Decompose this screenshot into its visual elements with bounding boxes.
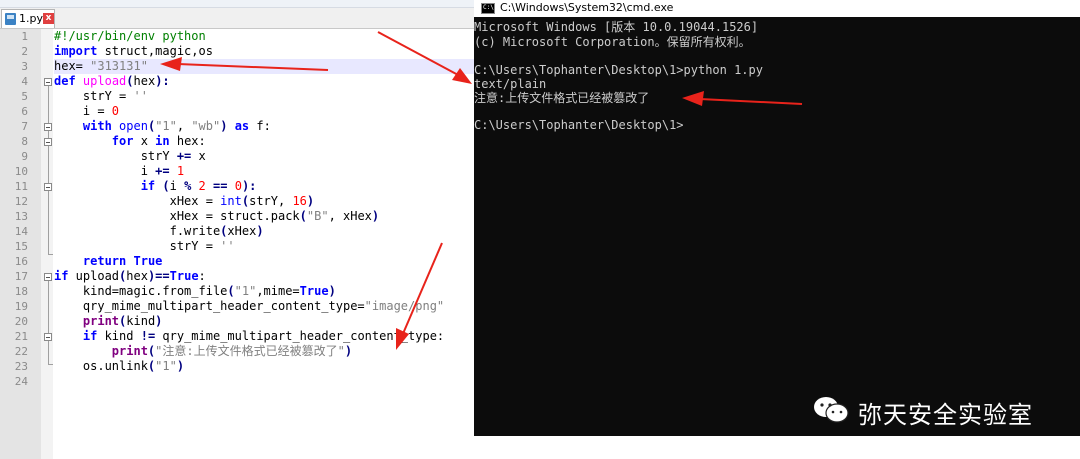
console-line: (c) Microsoft Corporation。保留所有权利。 xyxy=(474,35,751,49)
code-line: print("注意:上传文件格式已经被篡改了") xyxy=(111,344,353,358)
line-number: 19 xyxy=(14,300,28,313)
line-number: 1 xyxy=(21,30,28,43)
line-number: 14 xyxy=(14,225,28,238)
line-number: 7 xyxy=(21,120,28,133)
line-number: 4 xyxy=(21,75,28,88)
line-number: 17 xyxy=(14,270,28,283)
code-line: os.unlink("1") xyxy=(54,359,185,373)
line-number: 22 xyxy=(14,345,28,358)
line-number: 5 xyxy=(21,90,28,103)
line-number: 2 xyxy=(21,45,28,58)
console-line: 注意:上传文件格式已经被篡改了 xyxy=(474,91,650,105)
save-file-icon xyxy=(5,13,16,25)
fold-toggle-icon[interactable] xyxy=(44,183,52,191)
line-number: 24 xyxy=(14,375,28,388)
fold-toggle-icon[interactable] xyxy=(44,123,52,131)
code-line: import struct,magic,os xyxy=(54,44,213,58)
code-line: if (i % 2 == 0): xyxy=(140,179,257,193)
code-line: for x in hex: xyxy=(111,134,206,148)
console-title-bar[interactable]: C:\Windows\System32\cmd.exe xyxy=(474,0,1080,17)
console-line: C:\Users\Tophanter\Desktop\1>python 1.py xyxy=(474,63,763,77)
fold-end xyxy=(48,254,53,255)
console-line: C:\Users\Tophanter\Desktop\1> xyxy=(474,118,684,132)
code-line: xHex = int(strY, 16) xyxy=(54,194,315,208)
code-line: strY = '' xyxy=(54,239,235,253)
file-tab-label: 1.py xyxy=(19,12,43,25)
code-line: print(kind) xyxy=(82,314,163,328)
fold-end xyxy=(48,364,53,365)
line-number: 9 xyxy=(21,150,28,163)
line-number: 20 xyxy=(14,315,28,328)
code-line: return True xyxy=(82,254,163,268)
watermark-text: 弥天安全实验室 xyxy=(858,401,1033,429)
code-line: if upload(hex)==True: xyxy=(54,269,206,283)
line-number: 23 xyxy=(14,360,28,373)
fold-margin xyxy=(41,29,53,459)
line-number: 18 xyxy=(14,285,28,298)
console-line: text/plain xyxy=(474,77,547,91)
console-title: C:\Windows\System32\cmd.exe xyxy=(500,1,674,14)
code-line: hex= "313131" xyxy=(54,59,148,73)
line-number: 21 xyxy=(14,330,28,343)
terminal-icon xyxy=(481,3,495,14)
line-number: 8 xyxy=(21,135,28,148)
code-line: with open("1", "wb") as f: xyxy=(82,119,271,133)
line-number: 16 xyxy=(14,255,28,268)
fold-toggle-icon[interactable] xyxy=(44,333,52,341)
line-number: 11 xyxy=(14,180,28,193)
code-line: #!/usr/bin/env python xyxy=(54,29,206,43)
code-line: strY += x xyxy=(54,149,206,163)
editor-tab-bar: 1.py x xyxy=(0,8,474,29)
close-tab-icon[interactable]: x xyxy=(43,13,54,24)
fold-toggle-icon[interactable] xyxy=(44,78,52,86)
cmd-console-window[interactable]: C:\Windows\System32\cmd.exe Microsoft Wi… xyxy=(474,0,1080,436)
fold-toggle-icon[interactable] xyxy=(44,273,52,281)
fold-toggle-icon[interactable] xyxy=(44,138,52,146)
wechat-watermark: 弥天安全实验室 xyxy=(812,390,1062,434)
code-line: f.write(xHex) xyxy=(54,224,264,238)
code-editor-window: 1.py x #!/usr/bin/env python import stru… xyxy=(0,0,474,459)
code-line: xHex = struct.pack("B", xHex) xyxy=(54,209,380,223)
code-area[interactable]: #!/usr/bin/env python import struct,magi… xyxy=(54,29,474,459)
line-number: 12 xyxy=(14,195,28,208)
wechat-icon xyxy=(814,397,849,423)
fold-line xyxy=(48,281,49,364)
code-line: if kind != qry_mime_multipart_header_con… xyxy=(82,329,445,343)
line-number: 15 xyxy=(14,240,28,253)
code-line: strY = '' xyxy=(54,89,148,103)
fold-line xyxy=(48,86,49,254)
code-line: def upload(hex): xyxy=(54,74,170,88)
code-line: i += 1 xyxy=(54,164,185,178)
code-line: qry_mime_multipart_header_content_type="… xyxy=(54,299,445,313)
code-line: i = 0 xyxy=(54,104,120,118)
line-number: 3 xyxy=(21,60,28,73)
line-number: 10 xyxy=(14,165,28,178)
editor-toolbar xyxy=(0,0,474,8)
line-number: 6 xyxy=(21,105,28,118)
file-tab[interactable]: 1.py x xyxy=(1,9,55,28)
code-line: kind=magic.from_file("1",mime=True) xyxy=(54,284,336,298)
console-line: Microsoft Windows [版本 10.0.19044.1526] xyxy=(474,20,759,34)
line-number: 13 xyxy=(14,210,28,223)
